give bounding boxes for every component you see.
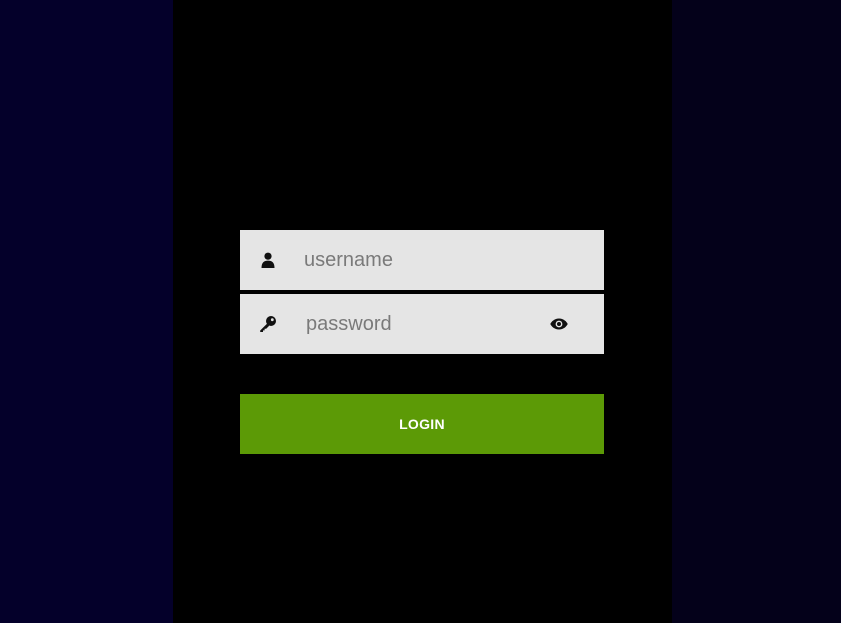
left-background-panel — [0, 0, 173, 623]
eye-icon[interactable] — [548, 294, 570, 354]
user-icon — [258, 230, 278, 290]
right-background-panel — [672, 0, 841, 623]
password-input[interactable] — [306, 294, 526, 354]
username-field — [240, 230, 604, 290]
password-field — [240, 294, 604, 354]
login-page: LOGIN — [0, 0, 841, 623]
login-button[interactable]: LOGIN — [240, 394, 604, 454]
key-icon — [258, 294, 278, 354]
username-input[interactable] — [304, 230, 584, 290]
